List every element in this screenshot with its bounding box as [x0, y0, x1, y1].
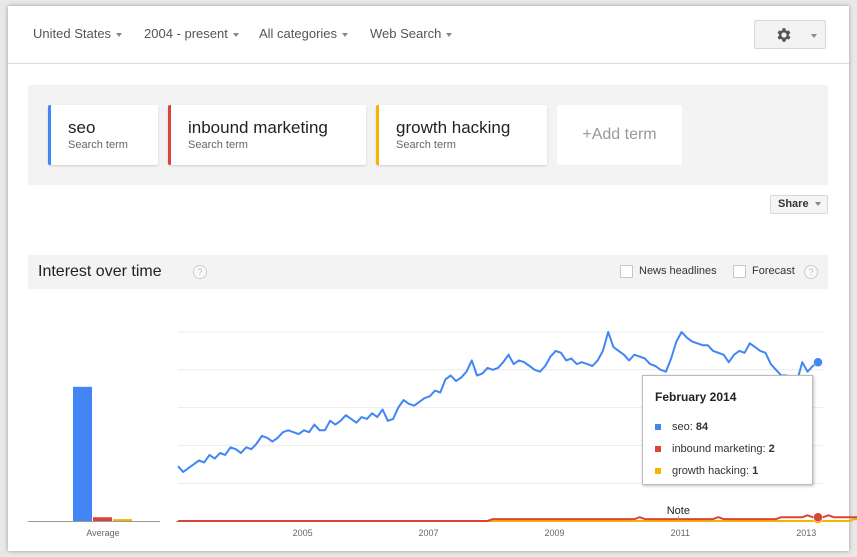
note-label: Note	[667, 505, 690, 517]
tooltip-label: inbound marketing:	[672, 443, 769, 455]
average-bar-inbound-marketing	[93, 517, 112, 521]
x-tick-label: 2009	[544, 528, 564, 538]
tooltip-row-growth-hacking: growth hacking: 1	[655, 465, 758, 477]
x-tick-label: 2011	[671, 528, 690, 538]
legend-swatch-icon	[655, 424, 661, 431]
tooltip-row-seo: seo: 84	[655, 421, 708, 433]
average-bar-seo	[73, 386, 92, 521]
hover-point-inbound-marketing	[813, 512, 823, 522]
average-bar-growth-hacking	[113, 519, 132, 521]
chart-tooltip: February 2014 seo: 84 inbound marketing:…	[642, 375, 813, 485]
average-label: Average	[86, 528, 119, 538]
x-tick-label: 2013	[796, 528, 816, 538]
tooltip-value: 84	[695, 421, 709, 433]
hover-point-seo	[813, 357, 823, 367]
tooltip-label: seo:	[672, 421, 696, 433]
x-tick-label: 2007	[419, 528, 439, 538]
tooltip-value: 1	[752, 465, 759, 477]
legend-swatch-icon	[655, 468, 661, 475]
tooltip-title: February 2014	[655, 390, 737, 404]
tooltip-value: 2	[768, 443, 775, 455]
legend-swatch-icon	[655, 446, 661, 453]
tooltip-label: growth hacking:	[672, 465, 753, 477]
x-tick-label: 2005	[293, 528, 313, 538]
tooltip-row-inbound-marketing: inbound marketing: 2	[655, 443, 775, 455]
